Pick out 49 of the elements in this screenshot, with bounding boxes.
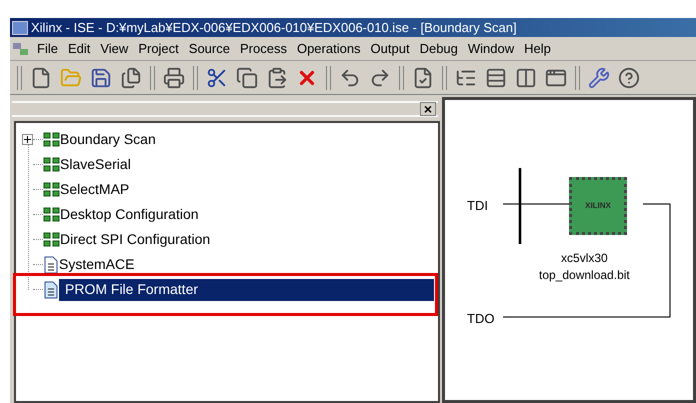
undo-icon[interactable] (339, 66, 361, 88)
chain-icon (43, 157, 60, 172)
help-icon[interactable] (618, 66, 640, 88)
scissors-icon[interactable] (206, 66, 228, 88)
tree-item[interactable]: SystemACE (59, 254, 134, 275)
app-icon (12, 20, 28, 34)
paste-icon[interactable] (266, 66, 288, 88)
tree-item[interactable]: SlaveSerial (60, 154, 131, 175)
window-title: Xilinx - ISE - D:¥myLab¥EDX-006¥EDX006-010¥EDX006-010.ise - [Boundary Scan] (31, 18, 517, 37)
menu-item[interactable]: Source (184, 38, 235, 58)
save-icon[interactable] (90, 66, 112, 88)
menu-item[interactable]: Process (234, 38, 292, 58)
rows-icon[interactable] (485, 66, 507, 88)
tree-item[interactable]: Direct SPI Configuration (60, 229, 210, 250)
device-name: xc5vlx30 (561, 250, 608, 267)
printer-icon[interactable] (163, 66, 185, 88)
stacked-pages-icon[interactable] (120, 66, 142, 88)
menu-item[interactable]: View (95, 38, 134, 58)
chain-icon (43, 207, 60, 222)
menu-item[interactable]: Debug (414, 38, 463, 58)
menu-item[interactable]: Help (519, 38, 556, 58)
tree-item[interactable]: Boundary Scan (60, 129, 156, 150)
network-icon (12, 40, 30, 56)
tdo-label: TDO (467, 310, 494, 328)
chain-icon (43, 232, 60, 247)
wrench-icon[interactable] (588, 66, 610, 88)
menu-item[interactable]: Operations (292, 38, 366, 58)
expand-icon[interactable] (22, 134, 33, 145)
checked-page-icon[interactable] (412, 66, 434, 88)
menu-item[interactable]: Output (366, 38, 415, 58)
tdi-label: TDI (467, 197, 488, 215)
bitfile-name: top_download.bit (539, 267, 630, 284)
new-file-icon[interactable] (30, 66, 52, 88)
tree-item[interactable]: PROM File Formatter (59, 278, 434, 300)
menu-item[interactable]: Project (133, 38, 184, 58)
columns-icon[interactable] (515, 66, 537, 88)
chip-logo: XILINX (585, 200, 611, 212)
copy-icon[interactable] (236, 66, 258, 88)
close-button[interactable]: × (420, 102, 436, 116)
chain-icon (43, 132, 60, 147)
chain-icon (43, 182, 60, 197)
redo-icon[interactable] (369, 66, 391, 88)
document-icon (43, 256, 59, 274)
menu-item[interactable]: Edit (62, 38, 96, 58)
menu-item[interactable]: Window (462, 38, 520, 58)
menu-item[interactable]: File (32, 38, 63, 58)
document-icon (43, 280, 59, 298)
tree-item[interactable]: Desktop Configuration (60, 204, 199, 225)
tree-item[interactable]: SelectMAP (60, 179, 130, 200)
